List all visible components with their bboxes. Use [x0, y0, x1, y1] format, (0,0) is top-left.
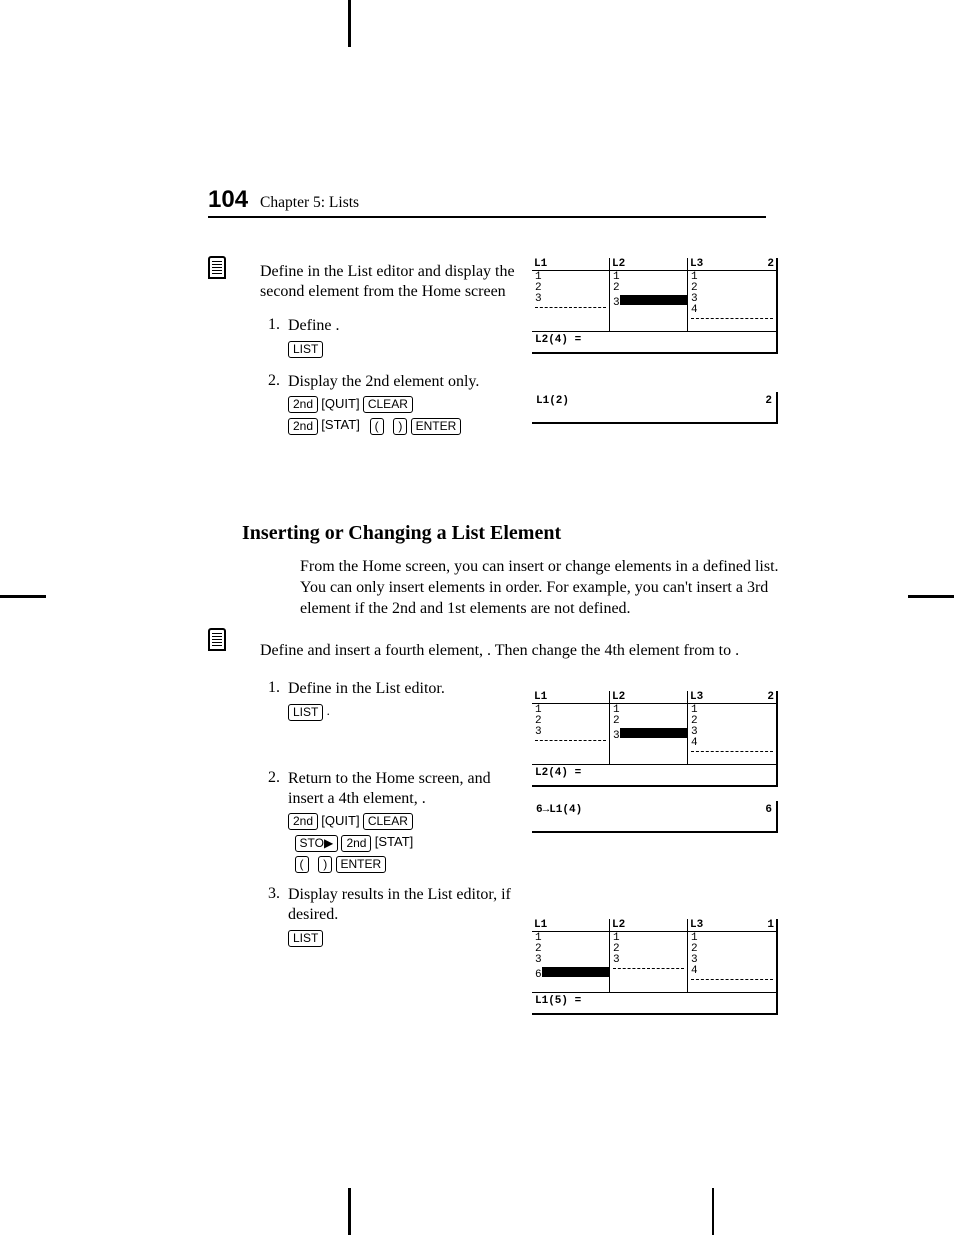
screen-result: 2 [765, 395, 772, 417]
screen-col-header: L3 [688, 258, 765, 270]
step-text: Define in the List editor. [288, 679, 445, 699]
screen-col-header: L2 [610, 258, 688, 270]
key-list: LIST [288, 704, 323, 721]
calc-screen-list-editor: L1 L2 L3 1 1 2 3 6 1 2 3 1 2 3 4 L1(5) = [532, 919, 778, 1015]
key-quit: [QUIT] [321, 813, 359, 828]
page-header: 104 Chapter 5: Lists [208, 186, 766, 218]
example-icon [208, 256, 226, 279]
section-body: From the Home screen, you can insert or … [300, 557, 780, 619]
screen-cell: 1 2 3 [613, 271, 620, 309]
screen-status: L2(4) = [532, 331, 776, 349]
screen-cell: 1 2 3 [535, 271, 542, 305]
screen-col-header: L3 [688, 691, 765, 703]
step-text: Display results in the List editor, if d… [288, 885, 513, 925]
calc-screen-list-editor: L1 L2 L3 2 1 2 3 1 2 3 1 2 3 4 L2(4) = [532, 258, 778, 354]
key-2nd: 2nd [288, 396, 318, 413]
screen-cell: 1 2 3 4 [691, 932, 698, 977]
key-stat: [STAT] [375, 834, 414, 849]
page-number: 104 [208, 186, 248, 214]
key-enter: ENTER [336, 856, 387, 873]
screen-status: L1(5) = [532, 992, 776, 1010]
screen-col-num: 2 [765, 258, 776, 270]
step-number: 3. [260, 885, 288, 947]
key-stat: [STAT] [321, 417, 360, 432]
key-rparen: ) [393, 418, 407, 435]
screen-status: L2(4) = [532, 764, 776, 782]
key-list: LIST [288, 930, 323, 947]
screen-col-num: 2 [765, 691, 776, 703]
key-clear: CLEAR [363, 396, 413, 413]
screen-expr: 6→L1(4) [536, 804, 582, 826]
screen-cell: 1 2 3 [613, 704, 620, 742]
step-after: . [327, 703, 330, 718]
chapter-title: Chapter 5: Lists [260, 194, 359, 212]
key-lparen: ( [295, 856, 309, 873]
section-heading: Inserting or Changing a List Element [242, 522, 766, 545]
screen-cell: 1 2 3 4 [691, 271, 698, 316]
example-icon [208, 628, 226, 651]
screen-col-header: L1 [532, 258, 610, 270]
step-text: Return to the Home screen, and insert a … [288, 769, 513, 809]
screen-result: 6 [765, 804, 772, 826]
key-quit: [QUIT] [321, 396, 359, 411]
screen-col-header: L1 [532, 691, 610, 703]
key-2nd: 2nd [288, 418, 318, 435]
key-clear: CLEAR [363, 813, 413, 830]
screen-col-header: L2 [610, 919, 688, 931]
example2-intro: Define and insert a fourth element, . Th… [260, 641, 740, 661]
example1-intro: Define in the List editor and display th… [260, 262, 530, 302]
step-number: 2. [260, 769, 288, 874]
screen-cell: 1 2 3 [535, 704, 542, 738]
calc-screen-list-editor: L1 L2 L3 2 1 2 3 1 2 3 1 2 3 4 L2(4) = [532, 691, 778, 787]
key-list: LIST [288, 341, 323, 358]
screen-cell: 1 2 3 [613, 932, 620, 966]
step-number: 1. [260, 316, 288, 358]
screen-col-header: L1 [532, 919, 610, 931]
step-number: 1. [260, 679, 288, 721]
screen-col-num: 1 [765, 919, 776, 931]
screen-col-header: L3 [688, 919, 765, 931]
screen-col-header: L2 [610, 691, 688, 703]
key-lparen: ( [370, 418, 384, 435]
calc-screen-home: 6→L1(4) 6 [532, 801, 778, 833]
step-text: Display the 2nd element only. [288, 372, 479, 392]
step-number: 2. [260, 372, 288, 435]
key-sto: STO▶ [295, 835, 339, 852]
key-rparen: ) [318, 856, 332, 873]
key-enter: ENTER [411, 418, 462, 435]
calc-screen-home: L1(2) 2 [532, 392, 778, 424]
step-text: Define . [288, 316, 340, 336]
key-2nd: 2nd [341, 835, 371, 852]
key-2nd: 2nd [288, 813, 318, 830]
screen-cell: 1 2 3 4 [691, 704, 698, 749]
screen-cell: 1 2 3 6 [535, 932, 542, 981]
screen-expr: L1(2) [536, 395, 569, 417]
